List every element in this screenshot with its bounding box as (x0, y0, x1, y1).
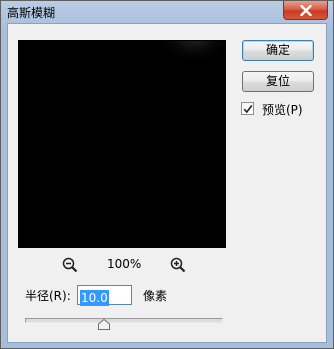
radius-value: 10.0 (80, 290, 109, 306)
zoom-in-icon[interactable] (170, 257, 186, 273)
gaussian-blur-dialog: 高斯模糊 确定 复位 预览(P) 100% 半径(R): 10.0 像素 (0, 0, 334, 349)
radius-input[interactable]: 10.0 (77, 285, 132, 306)
close-button[interactable] (283, 1, 328, 20)
dialog-body: 确定 复位 预览(P) 100% 半径(R): 10.0 像素 (7, 23, 327, 343)
close-icon (300, 5, 312, 16)
checkmark-icon (243, 105, 253, 114)
title-bar[interactable]: 高斯模糊 (1, 1, 333, 23)
window-title: 高斯模糊 (7, 6, 56, 20)
zoom-level: 100% (107, 257, 142, 271)
preview-checkbox-label: 预览(P) (262, 103, 303, 117)
radius-slider-thumb[interactable] (98, 319, 110, 330)
reset-button[interactable]: 复位 (242, 71, 314, 92)
blur-preview[interactable] (19, 41, 225, 247)
radius-slider-track[interactable] (25, 318, 223, 323)
radius-unit: 像素 (143, 289, 168, 303)
preview-highlight (159, 41, 225, 61)
ok-button[interactable]: 确定 (242, 40, 314, 61)
radius-label: 半径(R): (25, 289, 71, 303)
preview-checkbox[interactable] (241, 102, 254, 115)
zoom-out-icon[interactable] (62, 257, 78, 273)
